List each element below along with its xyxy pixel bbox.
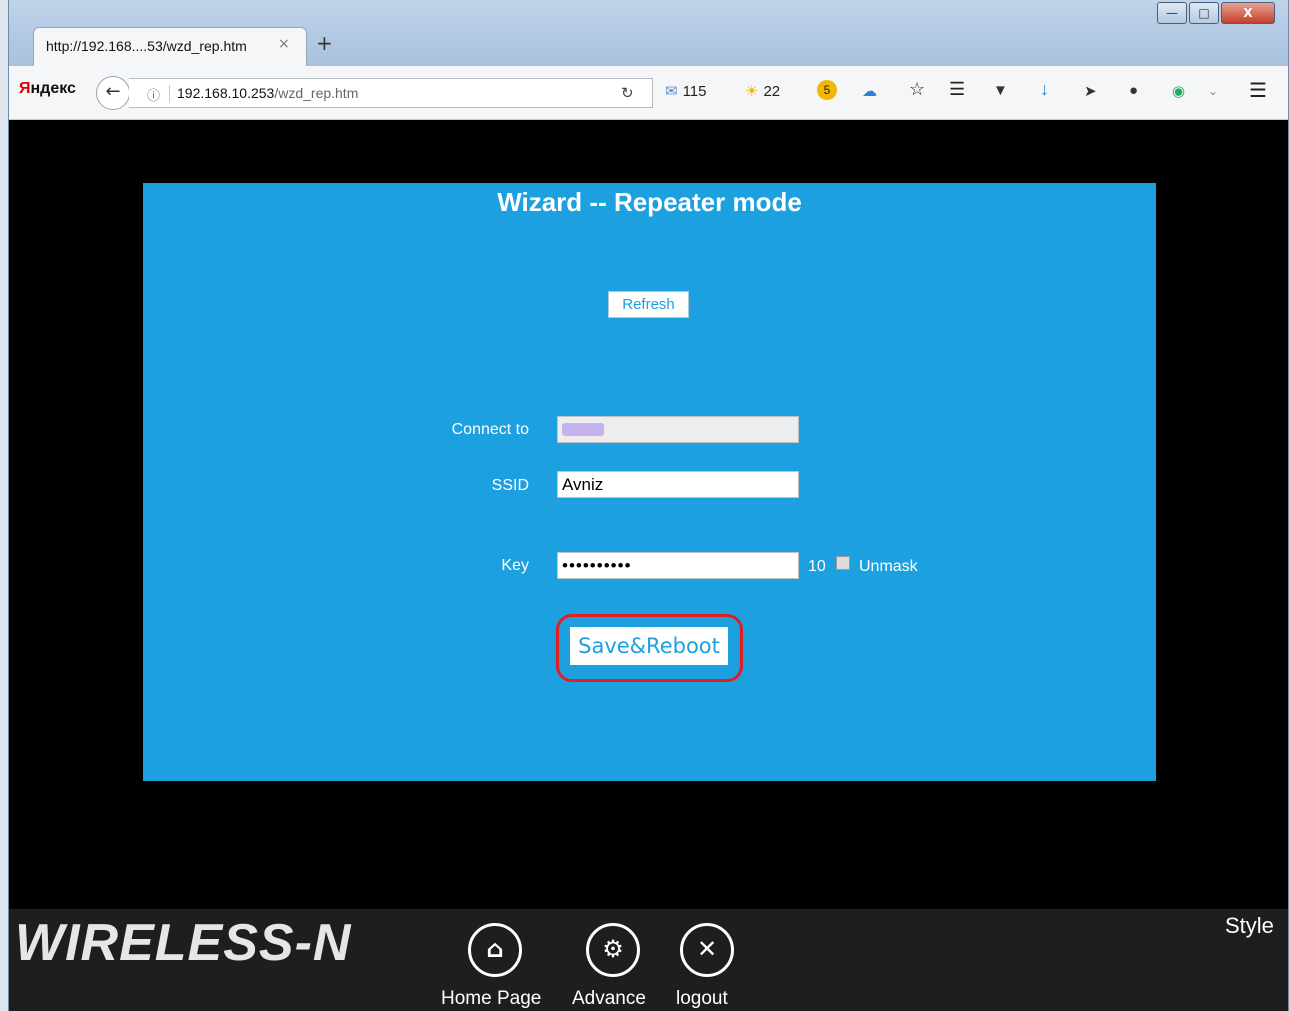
back-arrow-icon[interactable]: ← <box>96 76 130 110</box>
url-text: 192.168.10.253/wzd_rep.htm <box>177 85 359 101</box>
cloud-icon[interactable]: ☁ <box>862 82 877 100</box>
footer-bar: WIRELESS-N Style ⌂ Home Page ⚙ Advance ✕… <box>9 909 1288 1011</box>
send-icon[interactable]: ➤ <box>1084 82 1097 100</box>
unmask-label[interactable]: Unmask <box>859 558 918 576</box>
reading-list-icon[interactable]: ☰ <box>949 79 965 100</box>
tab-close-icon[interactable]: × <box>278 36 290 52</box>
ssid-input[interactable]: Avniz <box>557 471 799 498</box>
mail-button[interactable]: ✉ 115 <box>665 82 707 100</box>
close-icon[interactable]: ✕ <box>680 923 734 977</box>
redacted-value <box>562 423 604 436</box>
style-link[interactable]: Style <box>1225 913 1274 939</box>
page-content: Wizard -- Repeater mode Refresh Connect … <box>9 120 1288 909</box>
weather-button[interactable]: ☀ 22 <box>745 82 780 100</box>
star-icon[interactable]: ☆ <box>909 79 925 100</box>
download-icon[interactable]: ↓ <box>1040 79 1049 100</box>
tab-title: http://192.168....53/wzd_rep.htm <box>46 38 247 54</box>
browser-window: http://192.168....53/wzd_rep.htm × + — □… <box>8 0 1289 1011</box>
maximize-button[interactable]: □ <box>1189 2 1219 24</box>
badge-button[interactable]: 5 <box>817 80 837 100</box>
gear-icon[interactable]: ⚙ <box>586 923 640 977</box>
browser-tab[interactable]: http://192.168....53/wzd_rep.htm × <box>33 27 307 67</box>
wizard-panel: Wizard -- Repeater mode Refresh Connect … <box>143 183 1156 781</box>
key-label: Key <box>501 557 529 574</box>
refresh-button[interactable]: Refresh <box>608 291 689 318</box>
yandex-logo[interactable]: Яндекс <box>19 80 76 98</box>
chat-icon[interactable]: ● <box>1129 82 1138 99</box>
nav-advance[interactable]: Advance <box>572 988 646 1010</box>
key-length: 10 <box>808 558 826 575</box>
connect-to-label: Connect to <box>451 421 529 438</box>
chevron-down-icon[interactable]: ⌄ <box>1208 84 1218 98</box>
close-window-button[interactable]: X <box>1221 2 1275 24</box>
sun-icon: ☀ <box>745 83 759 100</box>
nav-logout[interactable]: logout <box>676 988 728 1010</box>
pocket-icon[interactable]: ▼ <box>993 82 1008 99</box>
nav-home-page[interactable]: Home Page <box>441 988 541 1010</box>
page-title: Wizard -- Repeater mode <box>497 187 802 217</box>
save-reboot-button[interactable]: Save&Reboot <box>570 627 728 665</box>
minimize-button[interactable]: — <box>1157 2 1187 24</box>
url-separator <box>169 85 170 103</box>
title-bar: http://192.168....53/wzd_rep.htm × + — □… <box>9 0 1288 67</box>
unmask-checkbox[interactable] <box>836 556 850 570</box>
mail-icon: ✉ <box>665 83 678 100</box>
connect-to-field <box>557 416 799 443</box>
info-icon[interactable]: ⓘ <box>147 85 160 104</box>
address-bar[interactable]: ⓘ 192.168.10.253/wzd_rep.htm ↻ <box>129 78 653 108</box>
ssid-label: SSID <box>491 477 529 494</box>
shield-icon[interactable]: ◉ <box>1172 82 1185 100</box>
menu-icon[interactable]: ☰ <box>1249 78 1267 103</box>
wireless-n-logo: WIRELESS-N <box>15 914 352 972</box>
home-icon[interactable]: ⌂ <box>468 923 522 977</box>
key-input[interactable]: •••••••••• <box>557 552 799 579</box>
navigation-bar: Яндекс ← ⓘ 192.168.10.253/wzd_rep.htm ↻ … <box>9 66 1288 120</box>
new-tab-button[interactable]: + <box>316 31 333 55</box>
reload-icon[interactable]: ↻ <box>621 84 634 102</box>
